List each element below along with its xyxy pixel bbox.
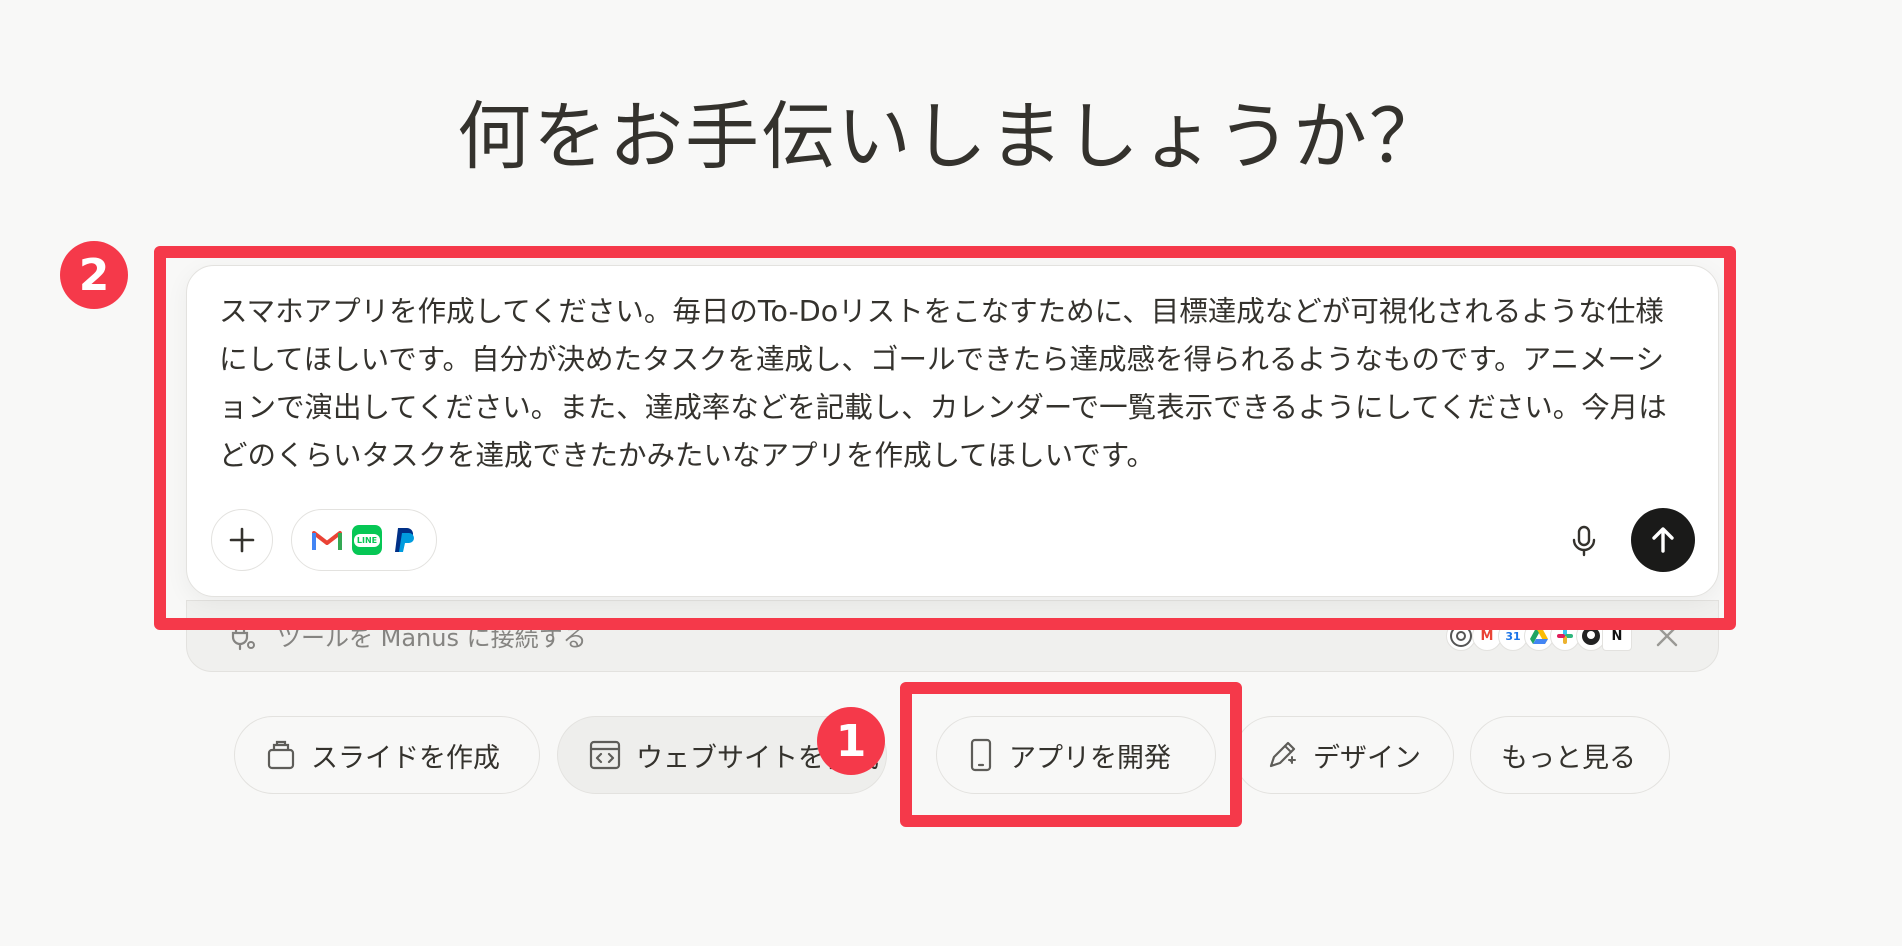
line-icon: LINE bbox=[352, 525, 382, 555]
voice-input-button[interactable] bbox=[1563, 520, 1605, 562]
prompt-composer[interactable]: スマホアプリを作成してください。毎日のTo-Doリストをこなすために、目標達成な… bbox=[186, 265, 1719, 597]
microphone-icon bbox=[1572, 525, 1596, 557]
close-icon[interactable] bbox=[1654, 623, 1680, 649]
annotation-badge-2: 2 bbox=[60, 241, 128, 309]
chip-see-more[interactable]: もっと見る bbox=[1470, 716, 1670, 794]
annotation-badge-1: 1 bbox=[817, 707, 885, 775]
chip-develop-app[interactable]: アプリを開発 bbox=[936, 716, 1216, 794]
website-code-icon bbox=[589, 740, 621, 770]
page-title: 何をお手伝いしましょうか？ bbox=[457, 94, 1445, 180]
chip-label: デザイン bbox=[1313, 742, 1421, 774]
plug-icon bbox=[231, 623, 255, 651]
design-pen-icon bbox=[1269, 741, 1296, 768]
chip-label: スライドを作成 bbox=[311, 742, 500, 774]
presentation-icon bbox=[267, 740, 295, 770]
arrow-up-icon bbox=[1652, 527, 1674, 553]
plus-icon bbox=[229, 527, 255, 553]
prompt-textarea[interactable]: スマホアプリを作成してください。毎日のTo-Doリストをこなすために、目標達成な… bbox=[219, 288, 1689, 480]
send-button[interactable] bbox=[1631, 508, 1695, 572]
connect-tools-bar[interactable]: ツールを Manus に接続する M 31 N bbox=[186, 600, 1719, 672]
chip-create-slides[interactable]: スライドを作成 bbox=[234, 716, 540, 794]
mobile-phone-icon bbox=[970, 738, 992, 772]
chip-label: アプリを開発 bbox=[1009, 742, 1171, 774]
chip-label: もっと見る bbox=[1501, 742, 1636, 774]
gmail-icon bbox=[312, 531, 342, 550]
quick-actions: スライドを作成 ウェブサイトを作成 アプリを開発 デザイン もっと見る bbox=[0, 716, 1902, 794]
connected-apps-button[interactable]: LINE bbox=[291, 509, 437, 571]
add-attachment-button[interactable] bbox=[211, 509, 273, 571]
chip-design[interactable]: デザイン bbox=[1234, 716, 1454, 794]
notion-icon: N bbox=[1602, 621, 1632, 651]
connect-tools-label: ツールを Manus に接続する bbox=[277, 624, 587, 652]
tool-icons-group: M 31 N bbox=[1446, 621, 1632, 653]
paypal-icon bbox=[395, 528, 414, 552]
